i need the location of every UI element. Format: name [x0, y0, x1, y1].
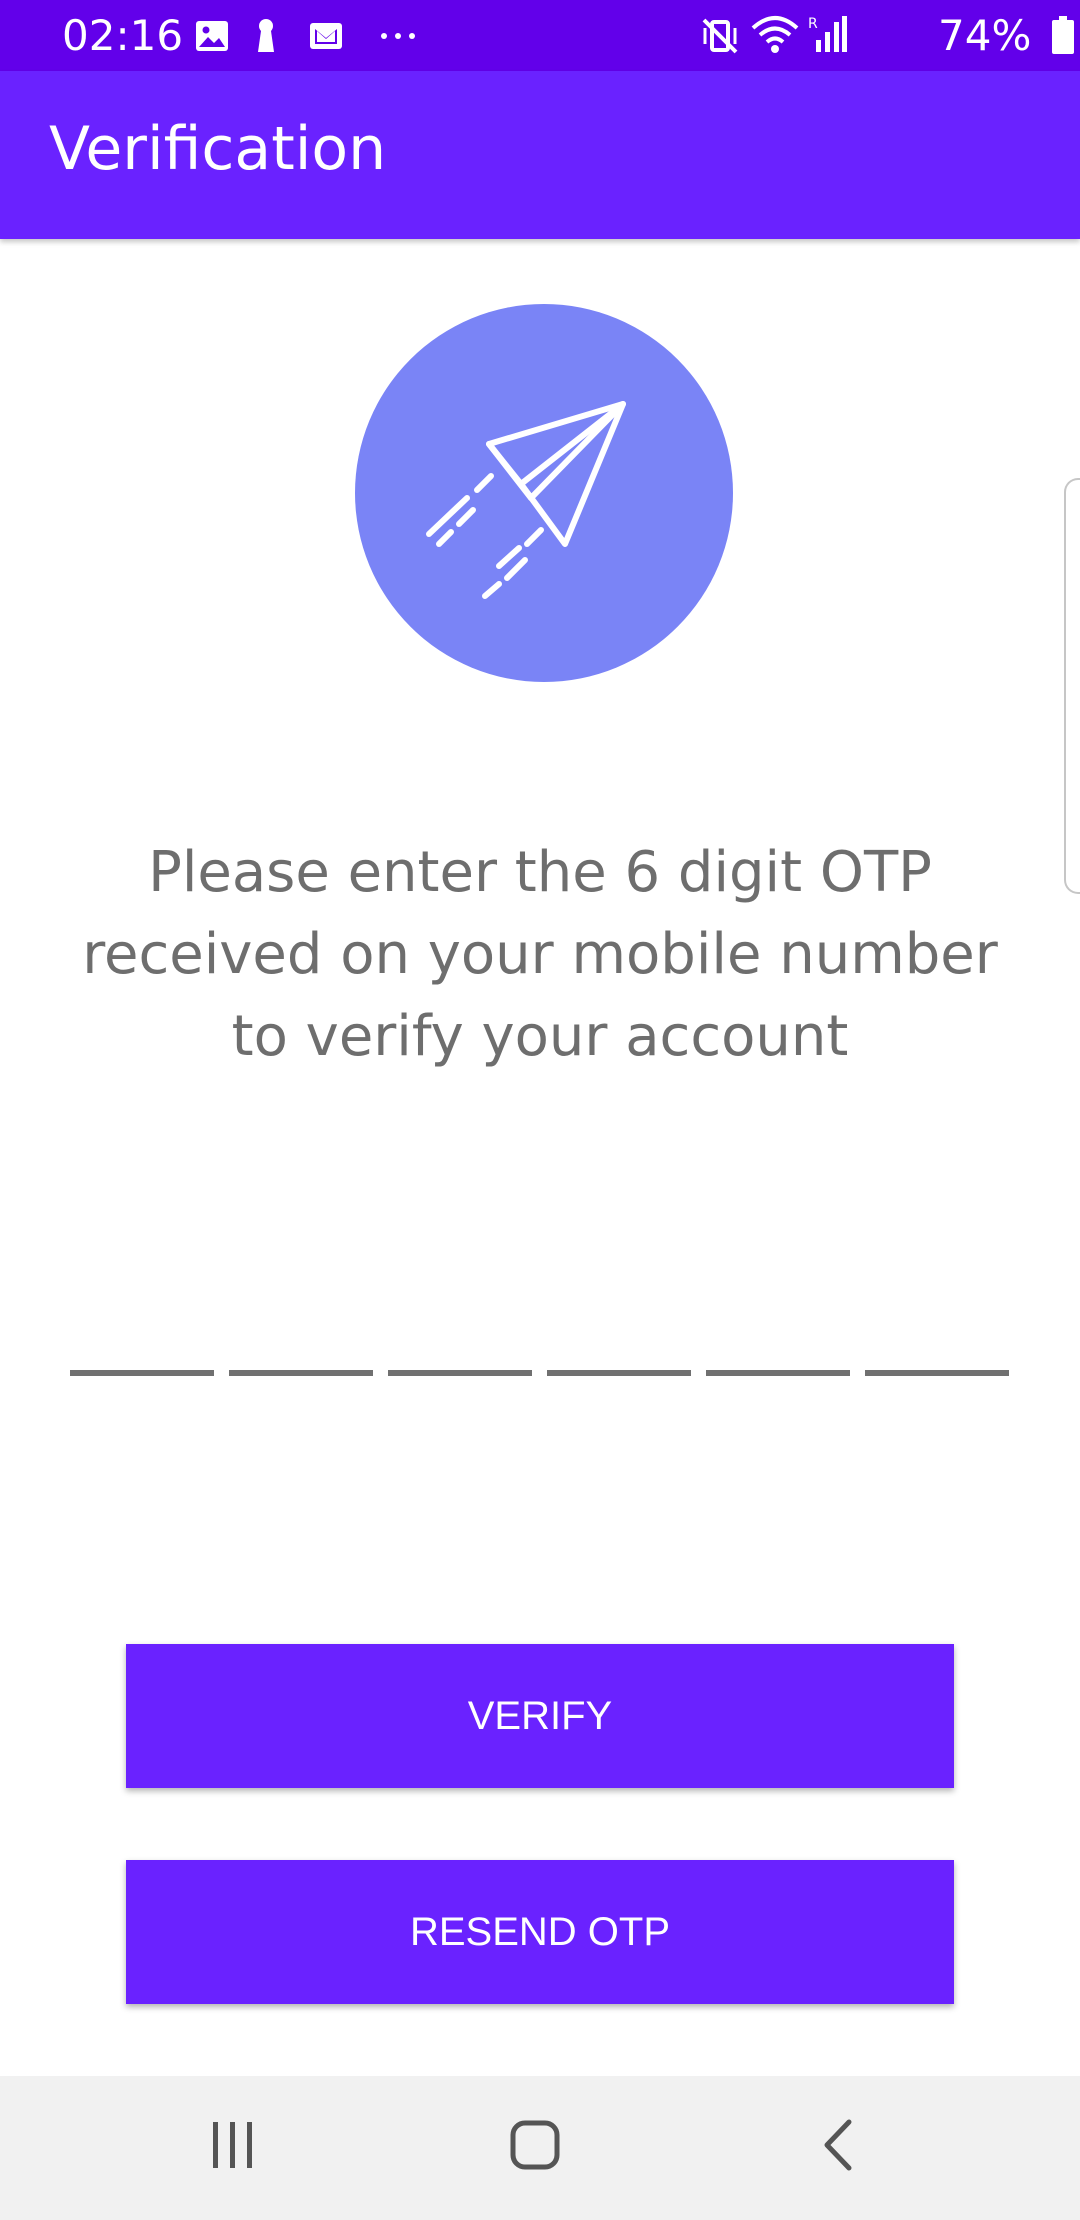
more-icon: [381, 33, 415, 39]
paper-plane-icon: [426, 401, 626, 599]
home-button[interactable]: [455, 2076, 615, 2220]
instruction-line: to verify your account: [231, 1004, 849, 1069]
app-bar: Verification: [0, 71, 1080, 239]
otp-digit-1[interactable]: [70, 1370, 214, 1376]
instruction-line: Please enter the 6 digit OTP: [148, 840, 932, 905]
status-bar: 02:16 R 74%: [0, 0, 1080, 71]
otp-input: [70, 1370, 1010, 1380]
edge-panel-handle[interactable]: [1064, 478, 1080, 894]
otp-digit-5[interactable]: [706, 1370, 850, 1376]
status-system-icons: R 74%: [700, 0, 1080, 71]
back-icon: [824, 2119, 852, 2171]
otp-digit-6[interactable]: [865, 1370, 1009, 1376]
signal-icon: R: [808, 16, 847, 52]
battery-percent: 74%: [938, 11, 1032, 60]
svg-text:R: R: [808, 16, 818, 32]
hero-illustration: [355, 304, 733, 682]
instruction-text: Please enter the 6 digit OTP received on…: [40, 832, 1040, 1078]
recent-apps-icon: [213, 2122, 252, 2168]
page-title: Verification: [49, 114, 387, 184]
home-icon: [510, 2120, 560, 2170]
recent-apps-button[interactable]: [153, 2076, 313, 2220]
otp-digit-4[interactable]: [547, 1370, 691, 1376]
status-time: 02:16: [62, 11, 184, 60]
vibrate-mute-icon: [702, 18, 738, 54]
image-icon: [196, 21, 228, 51]
navigation-bar: [0, 2076, 1080, 2220]
resend-otp-button[interactable]: RESEND OTP: [126, 1860, 954, 2004]
instruction-line: received on your mobile number: [82, 922, 998, 987]
mail-icon: [310, 23, 342, 49]
otp-digit-2[interactable]: [229, 1370, 373, 1376]
wifi-icon: [751, 16, 799, 53]
otp-digit-3[interactable]: [388, 1370, 532, 1376]
verify-button[interactable]: VERIFY: [126, 1644, 954, 1788]
keyhole-icon: [258, 19, 274, 52]
battery-icon: [1052, 16, 1074, 54]
back-button[interactable]: [757, 2076, 917, 2220]
